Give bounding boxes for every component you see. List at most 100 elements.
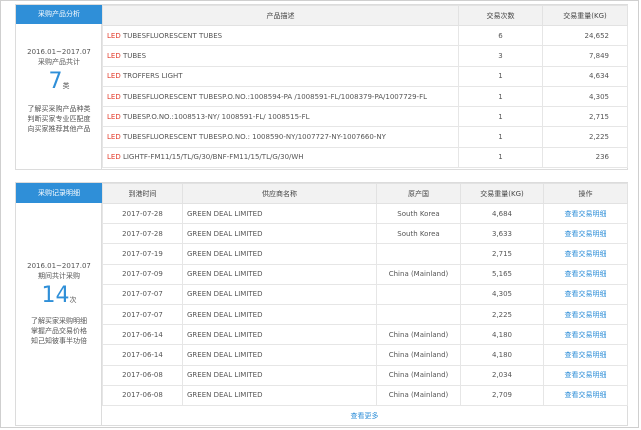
table-row: LED LIGHTF-FM11/15/TL/G/30/BNF-FM11/15/T… [102, 146, 628, 169]
trade-weight: 2,709 [460, 384, 544, 406]
origin-country [376, 243, 461, 265]
col-header-supplier: 供应商名称 [182, 183, 377, 204]
product-weight-cell: 2,225 [542, 126, 628, 148]
product-caption: 采购产品共计 [38, 58, 80, 66]
supplier-name: GREEN DEAL LIMITED [182, 243, 377, 265]
product-desc-line: 向买家推荐其他产品 [27, 125, 91, 133]
view-trade-detail-link[interactable]: 查看交易明细 [543, 303, 628, 326]
table-row: 2017-06-08 GREEN DEAL LIMITED China (Mainl… [102, 384, 628, 406]
product-description: LED TROFFERS LIGHT [102, 65, 459, 87]
view-trade-detail-link[interactable]: 查看交易明细 [543, 364, 628, 386]
col-header-arrival-date: 到港时间 [102, 183, 183, 204]
product-description: LED TUBESFLUORESCENT TUBESP.O.NO.:100859… [102, 85, 459, 108]
product-count-line: 7类 [16, 70, 102, 94]
product-count-cell: 1 [458, 65, 543, 87]
supplier-name: GREEN DEAL LIMITED [182, 223, 377, 245]
view-trade-detail-link[interactable]: 查看交易明细 [543, 202, 628, 225]
origin-country [376, 303, 461, 326]
table-row: 2017-06-14 GREEN DEAL LIMITED China (Mainl… [102, 344, 628, 366]
supplier-name: GREEN DEAL LIMITED [182, 283, 377, 305]
trade-weight: 2,715 [460, 243, 544, 265]
product-count: 7 [48, 69, 63, 94]
supplier-name: GREEN DEAL LIMITED [182, 344, 377, 366]
arrival-date: 2017-06-08 [102, 364, 183, 386]
arrival-date: 2017-07-09 [102, 263, 183, 285]
col-header-weight: 交易重量(KG) [460, 183, 544, 204]
product-weight-cell: 24,652 [542, 24, 628, 47]
view-trade-detail-link[interactable]: 查看交易明细 [543, 283, 628, 305]
product-text: TUBES [120, 51, 147, 60]
records-summary: 采购记录明细 2016.01~2017.07 期间共计采购 14次 了解买家采购… [16, 183, 102, 425]
product-text: TUBESFLUORESCENT TUBES [120, 31, 223, 40]
product-text: TUBESFLUORESCENT TUBESP.O.NO.: 1008590-N… [120, 133, 386, 142]
product-description: LED LIGHTF-FM11/15/TL/G/30/BNF-FM11/15/T… [102, 146, 459, 169]
origin-country: China (Mainland) [376, 324, 461, 346]
table-row: 2017-07-09 GREEN DEAL LIMITED China (Mainl… [102, 263, 628, 285]
records-header-row: 到港时间 供应商名称 原产国 交易重量(KG) 操作 [102, 183, 628, 204]
col-header-description: 产品描述 [102, 5, 459, 26]
product-text: TUBESP.O.NO.:1008513-NY/ 1008591-FL/ 100… [120, 112, 310, 121]
led-label: LED [107, 72, 121, 81]
product-count-cell: 6 [458, 24, 543, 47]
supplier-name: GREEN DEAL LIMITED [182, 324, 377, 346]
product-text: TUBESFLUORESCENT TUBESP.O.NO.:1008594-PA… [120, 92, 428, 101]
trade-weight: 3,633 [460, 223, 544, 245]
origin-country: China (Mainland) [376, 344, 461, 366]
product-count-cell: 1 [458, 106, 543, 128]
supplier-name: GREEN DEAL LIMITED [182, 263, 377, 285]
product-period: 2016.01~2017.07 [27, 48, 91, 56]
product-table-wrap: 产品描述 交易次数 交易重量(KG) LED TUBESFLUORESCENT … [102, 5, 628, 169]
product-description: LED TUBESFLUORESCENT TUBESP.O.NO.: 10085… [102, 126, 459, 148]
product-weight-cell: 2,715 [542, 106, 628, 128]
supplier-name: GREEN DEAL LIMITED [182, 303, 377, 326]
records-count-line: 14次 [16, 284, 102, 308]
trade-weight: 2,034 [460, 364, 544, 386]
view-more-link[interactable]: 查看更多 [102, 408, 627, 425]
product-description: LED TUBES [102, 45, 459, 67]
origin-country [376, 283, 461, 305]
table-row: 2017-07-28 GREEN DEAL LIMITED South Korea 4… [102, 202, 628, 225]
table-row: LED TROFFERS LIGHT 1 4,634 [102, 65, 628, 87]
view-trade-detail-link[interactable]: 查看交易明细 [543, 243, 628, 265]
table-row: 2017-07-28 GREEN DEAL LIMITED South Korea 3… [102, 223, 628, 245]
product-desc-line: 判断买家专业匹配度 [27, 115, 91, 123]
product-analysis-panel: 采购产品分析 2016.01~2017.07 采购产品共计 7类 了解买采购产品… [15, 4, 628, 170]
product-count-unit: 类 [62, 82, 70, 90]
table-row: 2017-07-07 GREEN DEAL LIMITED 4,305 查看交易明细 [102, 283, 628, 305]
arrival-date: 2017-06-08 [102, 384, 183, 406]
table-row: 2017-06-14 GREEN DEAL LIMITED China (Mainl… [102, 324, 628, 346]
origin-country: South Korea [376, 223, 461, 245]
view-trade-detail-link[interactable]: 查看交易明细 [543, 324, 628, 346]
product-count-cell: 1 [458, 85, 543, 108]
trade-weight: 4,305 [460, 283, 544, 305]
records-table: 到港时间 供应商名称 原产国 交易重量(KG) 操作 2017-07-28 GRE… [102, 183, 628, 406]
table-row: 2017-06-08 GREEN DEAL LIMITED China (Mainl… [102, 364, 628, 386]
product-description: LED TUBESFLUORESCENT TUBES [102, 24, 459, 47]
purchase-records-tab[interactable]: 采购记录明细 [16, 183, 102, 203]
table-row: LED TUBESFLUORESCENT TUBES 6 24,652 [102, 24, 628, 47]
product-count-cell: 3 [458, 45, 543, 67]
view-trade-detail-link[interactable]: 查看交易明细 [543, 263, 628, 285]
table-row: 2017-07-07 GREEN DEAL LIMITED 2,225 查看交易明细 [102, 303, 628, 326]
view-trade-detail-link[interactable]: 查看交易明细 [543, 384, 628, 406]
supplier-name: GREEN DEAL LIMITED [182, 364, 377, 386]
origin-country: South Korea [376, 202, 461, 225]
records-table-wrap: 到港时间 供应商名称 原产国 交易重量(KG) 操作 2017-07-28 GRE… [102, 183, 628, 406]
arrival-date: 2017-07-28 [102, 223, 183, 245]
origin-country: China (Mainland) [376, 263, 461, 285]
col-header-weight: 交易重量(KG) [542, 5, 628, 26]
records-count: 14 [41, 283, 70, 308]
product-count-cell: 1 [458, 126, 543, 148]
view-trade-detail-link[interactable]: 查看交易明细 [543, 344, 628, 366]
origin-country: China (Mainland) [376, 384, 461, 406]
product-desc-line: 了解买采购产品种类 [27, 105, 91, 113]
view-trade-detail-link[interactable]: 查看交易明细 [543, 223, 628, 245]
product-weight-cell: 7,849 [542, 45, 628, 67]
product-count-cell: 1 [458, 146, 543, 169]
product-analysis-tab[interactable]: 采购产品分析 [16, 5, 102, 24]
product-text: TROFFERS LIGHT [120, 72, 183, 81]
trade-weight: 4,684 [460, 202, 544, 225]
led-label: LED [107, 112, 121, 121]
records-count-unit: 次 [69, 296, 77, 304]
origin-country: China (Mainland) [376, 364, 461, 386]
